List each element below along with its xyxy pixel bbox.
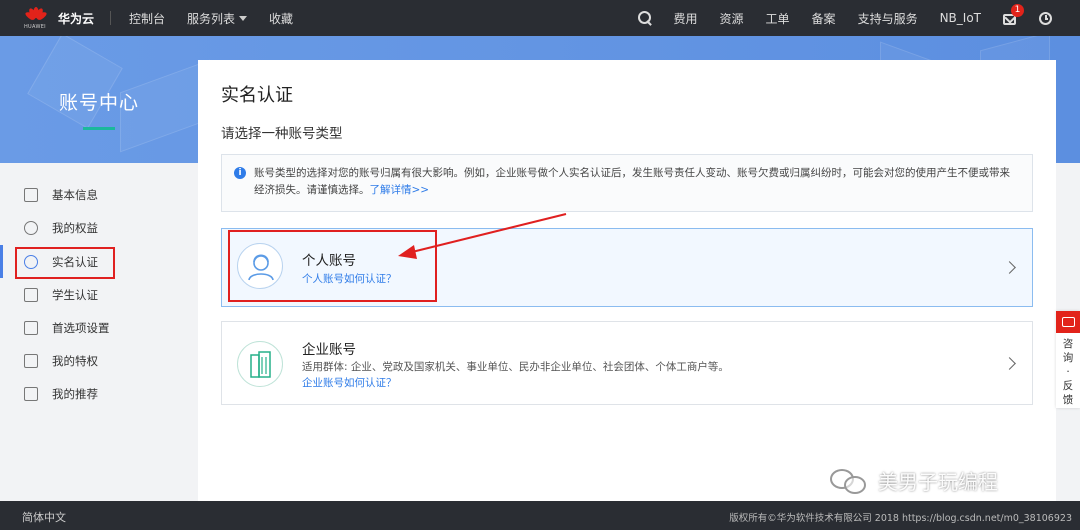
feedback-widget[interactable]: 咨询 · 反馈 (1056, 311, 1080, 408)
watermark: 美男子玩编程 (830, 466, 998, 495)
wechat-icon (830, 467, 870, 495)
feedback-label: 咨询 · 反馈 (1062, 338, 1074, 406)
chat-icon (1056, 311, 1080, 333)
copyright-text: 版权所有©华为软件技术有限公司 2018 https://blog.csdn.n… (729, 513, 1072, 524)
watermark-text: 美男子玩编程 (878, 470, 998, 494)
language-selector[interactable]: 简体中文 (22, 509, 66, 525)
annotation-arrow-icon (398, 213, 567, 259)
footer: 简体中文 版权所有©华为软件技术有限公司 2018 https://blog.c… (0, 501, 1080, 530)
